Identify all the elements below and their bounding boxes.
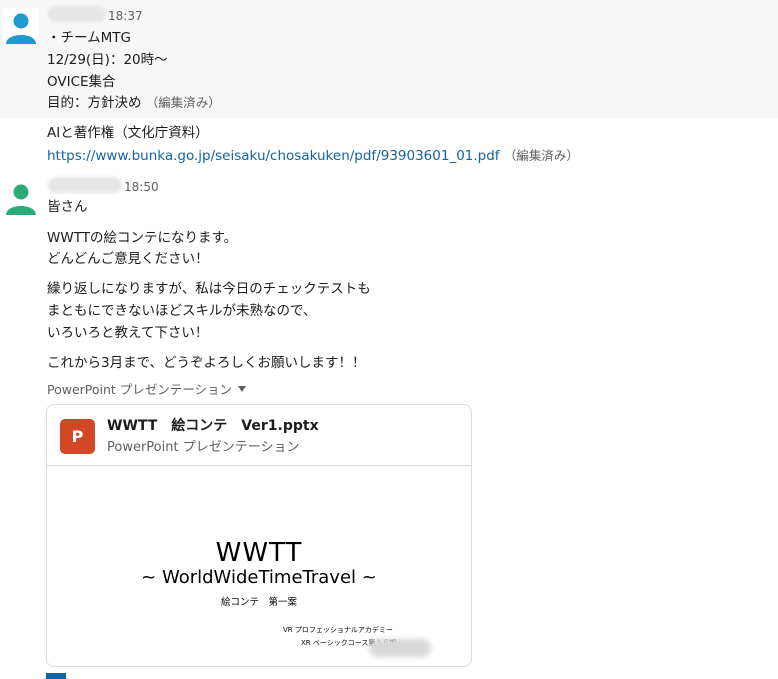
slide-subtitle: ~ WorldWideTimeTravel ~ — [141, 567, 377, 588]
edited-label: （編集済み） — [503, 148, 579, 163]
slide-title: WWTT — [215, 538, 303, 568]
powerpoint-icon: P — [60, 419, 95, 454]
file-header[interactable]: P WWTT 絵コンテ Ver1.pptx PowerPoint プレゼンテーシ… — [47, 405, 471, 466]
message-line: これから3月まで、どうぞよろしくお願いします！！ — [47, 355, 366, 371]
message-line: 繰り返しになりますが、私は今日のチェックテストも — [47, 281, 371, 297]
message-line: ・チームMTG — [47, 30, 131, 46]
message-text: 目的：方針決め — [47, 95, 142, 111]
file-type: PowerPoint プレゼンテーション — [107, 440, 300, 455]
file-label-text: PowerPoint プレゼンテーション — [47, 382, 233, 397]
slide-org-line: VR プロフェッショナルアカデミー — [283, 626, 393, 634]
message-line: 皆さん — [47, 199, 88, 215]
message-line: OVICE集合 — [47, 74, 116, 90]
user-avatar-1[interactable] — [3, 8, 39, 44]
file-attachment-card[interactable]: P WWTT 絵コンテ Ver1.pptx PowerPoint プレゼンテーシ… — [46, 404, 472, 667]
file-name[interactable]: WWTT 絵コンテ Ver1.pptx — [107, 415, 319, 435]
message-line: WWTTの絵コンテになります。 — [47, 230, 238, 246]
message-line: 目的：方針決め （編集済み） — [47, 94, 221, 112]
message-line: どんどんご意見ください！ — [47, 251, 209, 267]
redacted-username — [48, 6, 106, 22]
user-avatar-icon — [3, 8, 39, 44]
message-line: まともにできないほどスキルが未熟なので、 — [47, 303, 317, 319]
user-avatar-icon — [3, 179, 39, 215]
message-timestamp[interactable]: 18:50 — [124, 180, 159, 194]
user-avatar-2[interactable] — [3, 179, 39, 215]
message-line: いろいろと教えて下さい！ — [47, 325, 209, 341]
redacted-username — [48, 177, 122, 193]
message-link[interactable]: https://www.bunka.go.jp/seisaku/chosakuk… — [47, 148, 500, 164]
message-line: AIと著作権（文化庁資料） — [47, 125, 209, 141]
message-link-line: https://www.bunka.go.jp/seisaku/chosakuk… — [47, 147, 579, 165]
message-line: 12/29(日)：20時～ — [47, 52, 168, 68]
caret-down-icon — [238, 386, 247, 392]
file-collapse-toggle[interactable]: PowerPoint プレゼンテーション — [47, 379, 247, 398]
message-timestamp[interactable]: 18:37 — [108, 9, 143, 23]
edited-label: （編集済み） — [145, 95, 221, 110]
slide-draft-label: 絵コンテ 第一案 — [220, 597, 297, 608]
message-1: 18:37 ・チームMTG 12/29(日)：20時～ OVICE集合 目的：方… — [0, 0, 778, 118]
redacted-blur — [369, 639, 431, 657]
next-message-edge — [46, 673, 66, 679]
